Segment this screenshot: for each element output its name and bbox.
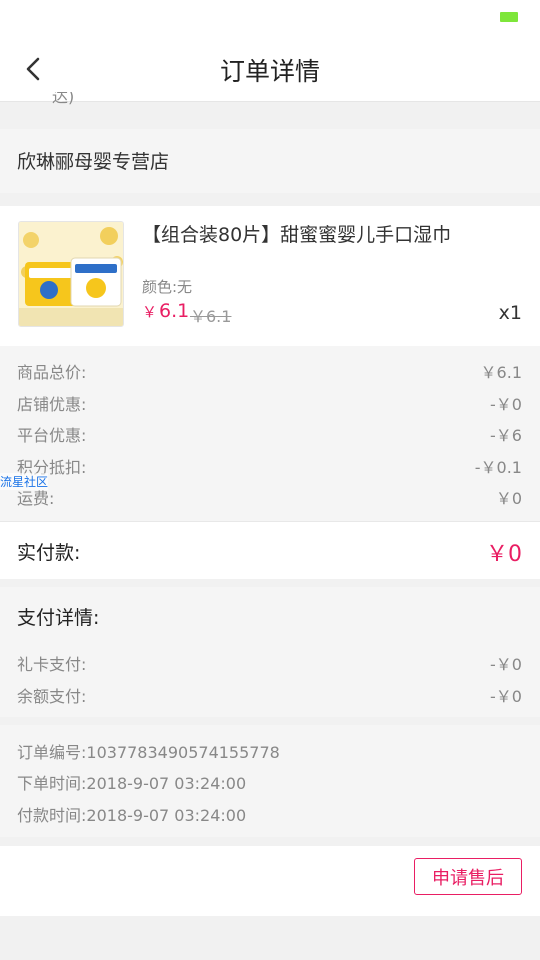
balance-value: -￥0 — [490, 687, 522, 706]
order-info: 订单编号:1037783490574155778 下单时间:2018-9-07 … — [0, 725, 540, 837]
paid-amount-section: 实付款: ￥0 — [0, 521, 540, 579]
product-title: 【组合装80片】甜蜜蜜婴儿手口湿巾 — [142, 224, 452, 246]
gift-card-value: -￥0 — [490, 655, 522, 674]
price-summary: 商品总价: ￥6.1 店铺优惠: -￥0 平台优惠: -￥6 积分抵扣: -￥0… — [0, 346, 540, 521]
payment-details-title: 支付详情: — [17, 607, 100, 629]
order-number-value: 1037783490574155778 — [86, 743, 280, 762]
shop-section: 欣琳郦母婴专营店 — [0, 129, 540, 193]
payment-time: 付款时间:2018-9-07 03:24:00 — [17, 802, 246, 826]
payment-time-label: 付款时间: — [17, 806, 87, 825]
order-time-value: 2018-9-07 03:24:00 — [86, 774, 247, 793]
action-bar: 申请售后 — [0, 846, 540, 916]
clipped-address-text: 达) — [52, 92, 75, 106]
gift-card-label: 礼卡支付: — [17, 655, 87, 674]
product-price: ￥ 6.1 — [142, 300, 189, 322]
summary-label-goods-total: 商品总价: — [17, 363, 87, 382]
currency-symbol: ￥ — [142, 303, 158, 321]
summary-value-platform-discount: -￥6 — [490, 426, 522, 445]
payment-time-value: 2018-9-07 03:24:00 — [86, 806, 247, 825]
summary-value-goods-total: ￥6.1 — [480, 363, 522, 382]
paid-amount-value: ￥0 — [486, 542, 522, 567]
product-quantity: x1 — [498, 302, 522, 324]
order-number-label: 订单编号: — [17, 743, 87, 762]
product-image — [18, 221, 124, 327]
balance-label: 余额支付: — [17, 687, 87, 706]
payment-details: 支付详情: 礼卡支付: -￥0 余额支付: -￥0 — [0, 587, 540, 717]
summary-value-shop-discount: -￥0 — [490, 395, 522, 414]
summary-value-points-deduction: -￥0.1 — [474, 458, 522, 477]
summary-label-shop-discount: 店铺优惠: — [17, 395, 87, 414]
watermark-text: 流星社区 — [0, 473, 49, 490]
navigation-bar: 订单详情 — [0, 36, 540, 102]
summary-value-shipping: ￥0 — [495, 489, 522, 508]
page-title: 订单详情 — [219, 57, 320, 86]
apply-after-sale-button[interactable]: 申请售后 — [414, 858, 522, 895]
price-value: 6.1 — [159, 300, 190, 322]
battery-icon — [500, 12, 518, 22]
product-color: 颜色:无 — [142, 278, 193, 296]
summary-label-platform-discount: 平台优惠: — [17, 426, 87, 445]
paid-amount-label: 实付款: — [17, 542, 81, 564]
shop-name[interactable]: 欣琳郦母婴专营店 — [17, 147, 169, 174]
original-price: ￥6.1 — [190, 307, 232, 326]
status-bar — [0, 0, 540, 36]
product-item[interactable]: 【组合装80片】甜蜜蜜婴儿手口湿巾 颜色:无 ￥ 6.1 ￥6.1 x1 — [0, 206, 540, 346]
order-time-label: 下单时间: — [17, 774, 87, 793]
order-number: 订单编号:1037783490574155778 — [17, 739, 280, 763]
order-time: 下单时间:2018-9-07 03:24:00 — [17, 770, 246, 794]
